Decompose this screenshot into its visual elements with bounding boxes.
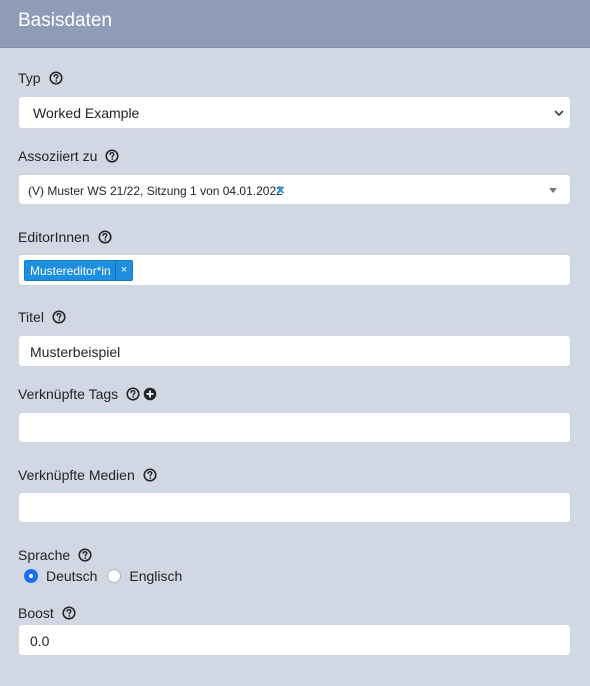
assoziiert-selected-value: (V) Muster WS 21/22, Sitzung 1 von 04.01… <box>28 184 283 198</box>
assoziiert-select[interactable]: (V) Muster WS 21/22, Sitzung 1 von 04.01… <box>18 174 571 205</box>
help-icon[interactable] <box>62 606 76 620</box>
radio-deutsch[interactable]: Deutsch <box>24 568 97 584</box>
typ-label: Typ <box>18 70 41 86</box>
titel-input[interactable]: Musterbeispiel <box>18 335 571 367</box>
medien-label-row: Verknüpfte Medien <box>18 467 157 483</box>
sprache-label-row: Sprache <box>18 547 92 563</box>
section-header: Basisdaten <box>0 0 590 48</box>
editor-tag-label: Mustereditor*in <box>30 264 111 278</box>
boost-label: Boost <box>18 605 54 621</box>
sprache-label: Sprache <box>18 547 71 563</box>
tags-label: Verknüpfte Tags <box>18 386 119 402</box>
remove-tag-icon[interactable]: × <box>114 261 132 280</box>
section-title: Basisdaten <box>18 10 113 31</box>
assoziiert-label-row: Assoziiert zu <box>18 148 119 164</box>
boost-input[interactable]: 0.0 <box>18 624 571 656</box>
assoziiert-label: Assoziiert zu <box>18 148 98 164</box>
sprache-radio-group: Deutsch Englisch <box>24 568 192 584</box>
help-icon[interactable] <box>143 468 157 482</box>
titel-label: Titel <box>18 309 44 325</box>
plus-circle-icon[interactable] <box>143 387 157 401</box>
radio-deutsch-label: Deutsch <box>46 568 98 584</box>
radio-deutsch-control[interactable] <box>24 569 38 583</box>
medien-input[interactable] <box>18 492 571 523</box>
tags-label-row: Verknüpfte Tags <box>18 386 157 402</box>
editor-tag: Mustereditor*in × <box>24 260 134 281</box>
help-icon[interactable] <box>49 71 63 85</box>
help-icon[interactable] <box>105 149 119 163</box>
editoren-multiselect[interactable]: Mustereditor*in × <box>18 254 571 286</box>
typ-select[interactable]: Worked Example <box>18 96 571 129</box>
caret-down-icon[interactable] <box>549 188 557 193</box>
clear-selection-icon[interactable]: × <box>276 182 285 199</box>
help-icon[interactable] <box>126 387 140 401</box>
editoren-label-row: EditorInnen <box>18 229 112 245</box>
titel-label-row: Titel <box>18 309 66 325</box>
radio-englisch-control[interactable] <box>107 569 122 583</box>
help-icon[interactable] <box>98 230 112 244</box>
help-icon[interactable] <box>52 310 66 324</box>
boost-value: 0.0 <box>30 633 50 649</box>
chevron-down-icon <box>554 110 564 117</box>
radio-englisch[interactable]: Englisch <box>107 568 182 584</box>
radio-englisch-label: Englisch <box>129 568 183 584</box>
editoren-label: EditorInnen <box>18 229 90 245</box>
typ-label-row: Typ <box>18 70 63 86</box>
tags-input[interactable] <box>18 412 571 443</box>
boost-label-row: Boost <box>18 605 76 621</box>
titel-value: Musterbeispiel <box>30 344 121 360</box>
help-icon[interactable] <box>78 548 92 562</box>
typ-selected-value: Worked Example <box>33 105 140 121</box>
medien-label: Verknüpfte Medien <box>18 467 135 483</box>
